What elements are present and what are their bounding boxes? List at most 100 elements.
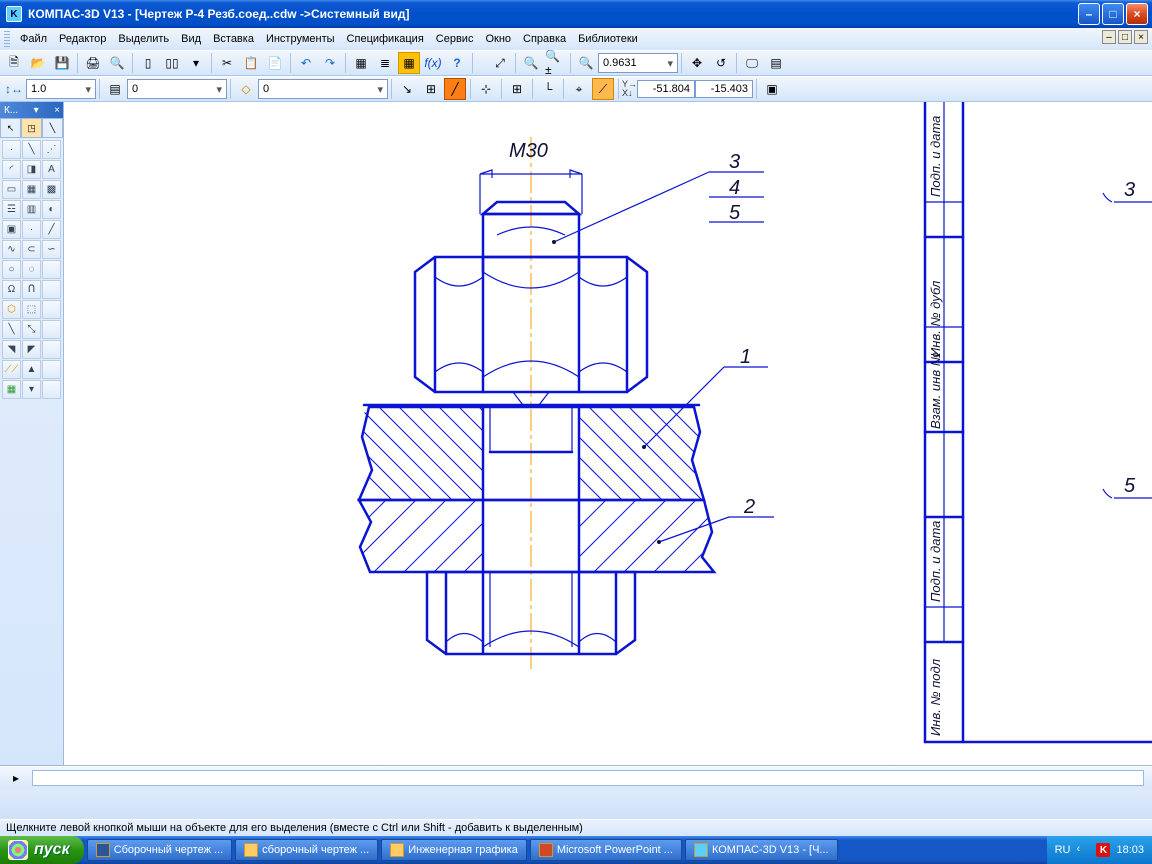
redo-icon[interactable]: ↷ (319, 52, 341, 74)
tool-line-icon[interactable]: ╲ (22, 140, 41, 159)
clock[interactable]: 18:03 (1116, 844, 1144, 856)
undo-icon[interactable]: ↶ (295, 52, 317, 74)
tool-r4-icon[interactable]: ☲ (2, 200, 21, 219)
variables-icon[interactable]: f(x) (422, 52, 444, 74)
tool-arc-icon[interactable]: ◜ (2, 160, 21, 179)
dropdown-icon[interactable]: ▾ (185, 52, 207, 74)
menu-tools[interactable]: Инструменты (260, 31, 341, 47)
linestyle-icon[interactable]: ▤ (104, 78, 126, 100)
snap-point-icon[interactable]: ⌖ (568, 78, 590, 100)
tool-s2-icon[interactable]: · (22, 220, 41, 239)
language-indicator[interactable]: RU (1055, 844, 1071, 856)
menu-libs[interactable]: Библиотеки (572, 31, 644, 47)
prop-icon[interactable]: ▸ (5, 767, 27, 789)
tool-s3-icon[interactable]: ╱ (42, 220, 61, 239)
menu-spec[interactable]: Спецификация (341, 31, 430, 47)
tool-g1-icon[interactable]: ▦ (2, 380, 21, 399)
copy-icon[interactable]: 📋 (240, 52, 262, 74)
drawing-canvas[interactable]: Подп. и дата Инв. № дубл Взам. инв № Под… (64, 102, 1152, 765)
layer-icon[interactable]: ◇ (235, 78, 257, 100)
copy-doc-icon[interactable]: ▯▯ (161, 52, 183, 74)
zoom-scale-icon[interactable]: 🔍 (575, 52, 597, 74)
measurement-icon[interactable]: ▣ (761, 78, 783, 100)
open-icon[interactable]: 📂 (27, 52, 49, 74)
windows-icon[interactable]: ▤ (765, 52, 787, 74)
zoom-window-icon[interactable]: 🔍 (520, 52, 542, 74)
spec-icon[interactable]: ▦ (398, 52, 420, 74)
tool-aux-icon[interactable]: ⋰ (42, 140, 61, 159)
palette-tab-1[interactable]: ↖ (0, 118, 21, 138)
taskbar-item[interactable]: Microsoft PowerPoint ... (530, 839, 682, 861)
coord-icon[interactable]: ⊹ (475, 78, 497, 100)
menu-service[interactable]: Сервис (430, 31, 480, 47)
state-combo[interactable]: 0▾ (127, 79, 227, 99)
help-icon[interactable]: ? (446, 52, 468, 74)
menu-help[interactable]: Справка (517, 31, 572, 47)
pan-icon[interactable]: ✥ (686, 52, 708, 74)
tool-g2-icon[interactable]: ▾ (22, 380, 41, 399)
tool-m1-icon[interactable]: ╲ (2, 320, 21, 339)
taskbar-item[interactable]: Сборочный чертеж ... (87, 839, 232, 861)
preview-icon[interactable]: 🔍 (106, 52, 128, 74)
menu-edit[interactable]: Редактор (53, 31, 112, 47)
tool-h1-icon[interactable]: ⟋⟋ (2, 360, 21, 379)
snap1-icon[interactable]: ↘ (396, 78, 418, 100)
tool-c2-icon[interactable]: ◌ (22, 260, 41, 279)
tool-m4-icon[interactable]: ◤ (22, 340, 41, 359)
properties-icon[interactable]: ▦ (350, 52, 372, 74)
tool-c3-icon[interactable]: Ω (2, 280, 21, 299)
paste-icon[interactable]: 📄 (264, 52, 286, 74)
maximize-button[interactable]: □ (1102, 3, 1124, 25)
tool-s4-icon[interactable]: ∿ (2, 240, 21, 259)
tool-point-icon[interactable]: · (2, 140, 21, 159)
lcs-icon[interactable]: └ (537, 78, 559, 100)
tool-m2-icon[interactable]: ⤡ (22, 320, 41, 339)
menu-file[interactable]: Файл (14, 31, 53, 47)
ortho-icon[interactable]: ╱ (444, 78, 466, 100)
layers-icon[interactable]: ≣ (374, 52, 396, 74)
tool-c4-icon[interactable]: ᑎ (22, 280, 41, 299)
print-icon[interactable]: 🖨 (82, 52, 104, 74)
cut-icon[interactable]: ▯ (137, 52, 159, 74)
minimize-button[interactable]: – (1078, 3, 1100, 25)
redraw-icon[interactable]: 🖵 (741, 52, 763, 74)
zoom-combo[interactable]: 0.9631▾ (598, 53, 678, 73)
tool-m3-icon[interactable]: ◥ (2, 340, 21, 359)
tool-r3-icon[interactable]: ▩ (42, 180, 61, 199)
palette-tab-2[interactable]: ◳ (21, 118, 42, 138)
taskbar-item[interactable]: Инженерная графика (381, 839, 527, 861)
prev-view-icon[interactable]: ↺ (710, 52, 732, 74)
layer-combo[interactable]: 0▾ (258, 79, 388, 99)
tool-r1-icon[interactable]: ▭ (2, 180, 21, 199)
taskbar-item[interactable]: КОМПАС-3D V13 - [Ч... (685, 839, 838, 861)
close-button[interactable]: × (1126, 3, 1148, 25)
style-icon[interactable]: ↕↔ (3, 78, 25, 100)
tool-s1-icon[interactable]: ▣ (2, 220, 21, 239)
palette-tab-3[interactable]: ╲ (42, 118, 63, 138)
cut2-icon[interactable]: ✂ (216, 52, 238, 74)
zoom-fit-icon[interactable]: ⤢ (489, 52, 511, 74)
tool-h2-icon[interactable]: ▲ (22, 360, 41, 379)
tool-c1-icon[interactable]: ○ (2, 260, 21, 279)
snap2-icon[interactable]: ⊞ (420, 78, 442, 100)
save-icon[interactable]: 💾 (51, 52, 73, 74)
linewidth-combo[interactable]: 1.0▾ (26, 79, 96, 99)
system-tray[interactable]: RU ‹ K 18:03 (1047, 836, 1152, 864)
zoom-dynamic-icon[interactable]: 🔍± (544, 52, 566, 74)
tool-s5-icon[interactable]: ⊂ (22, 240, 41, 259)
taskbar-item[interactable]: сборочный чертеж ... (235, 839, 378, 861)
tool-p2-icon[interactable]: ⬚ (22, 300, 41, 319)
grid-icon[interactable]: ⊞ (506, 78, 528, 100)
end-snap-icon[interactable]: ⟋ (592, 78, 614, 100)
menu-window[interactable]: Окно (479, 31, 517, 47)
tool-r6-icon[interactable]: ◐ (42, 200, 61, 219)
mdi-controls[interactable]: –□× (1102, 30, 1148, 44)
tool-dim-icon[interactable]: ◨ (22, 160, 41, 179)
tool-s6-icon[interactable]: ∽ (42, 240, 61, 259)
menu-insert[interactable]: Вставка (207, 31, 260, 47)
menu-view[interactable]: Вид (175, 31, 207, 47)
tool-text-icon[interactable]: A (42, 160, 61, 179)
start-button[interactable]: пуск (0, 836, 84, 864)
tool-r5-icon[interactable]: ▥ (22, 200, 41, 219)
new-icon[interactable]: 🗎 (3, 52, 25, 74)
